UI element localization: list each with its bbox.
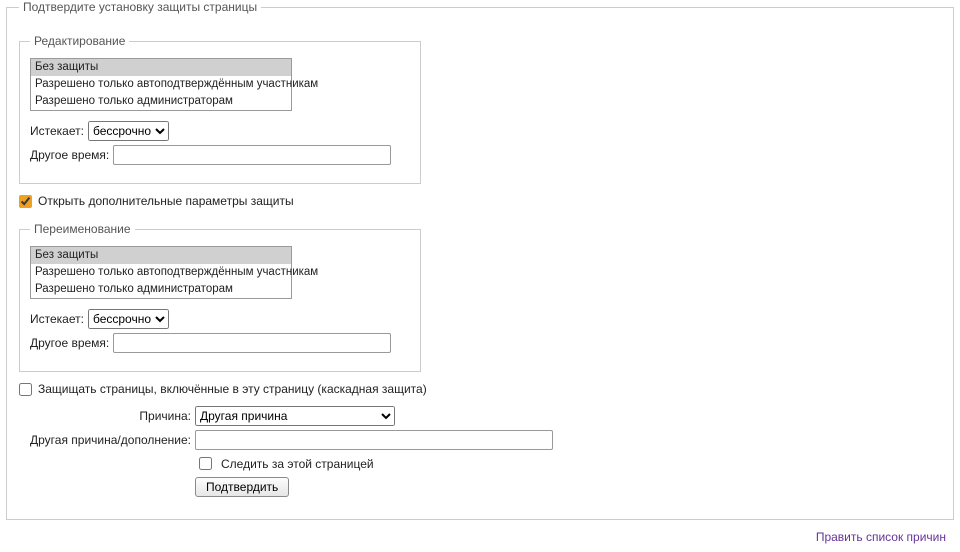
move-legend: Переименование	[30, 222, 135, 236]
edit-expires-select[interactable]: бессрочно	[88, 121, 169, 141]
edit-legend: Редактирование	[30, 34, 129, 48]
cascade-label: Защищать страницы, включённые в эту стра…	[38, 382, 427, 396]
reason-label: Причина:	[19, 409, 195, 423]
move-expires-select[interactable]: бессрочно	[88, 309, 169, 329]
edit-other-time-input[interactable]	[113, 145, 391, 165]
submit-button[interactable]: Подтвердить	[195, 477, 289, 497]
other-reason-input[interactable]	[195, 430, 553, 450]
watch-checkbox[interactable]	[199, 457, 212, 470]
edit-expires-label: Истекает:	[30, 124, 84, 138]
unlock-more-label: Открыть дополнительные параметры защиты	[38, 194, 294, 208]
list-item[interactable]: Разрешено только администраторам	[31, 93, 291, 110]
edit-protection-level-list[interactable]: Без защиты Разрешено только автоподтверж…	[30, 58, 292, 111]
move-expires-label: Истекает:	[30, 312, 84, 326]
edit-other-time-label: Другое время:	[30, 148, 109, 162]
cascade-checkbox[interactable]	[19, 383, 32, 396]
list-item[interactable]: Разрешено только автоподтверждённым учас…	[31, 264, 291, 281]
other-reason-label: Другая причина/дополнение:	[19, 433, 195, 447]
move-section: Переименование Без защиты Разрешено толь…	[19, 222, 421, 372]
unlock-more-checkbox[interactable]	[19, 195, 32, 208]
move-other-time-input[interactable]	[113, 333, 391, 353]
watch-label: Следить за этой страницей	[221, 457, 374, 471]
list-item[interactable]: Без защиты	[31, 247, 291, 264]
list-item[interactable]: Разрешено только автоподтверждённым учас…	[31, 76, 291, 93]
list-item[interactable]: Без защиты	[31, 59, 291, 76]
move-other-time-label: Другое время:	[30, 336, 109, 350]
edit-reason-list-link[interactable]: Править список причин	[816, 530, 946, 544]
edit-section: Редактирование Без защиты Разрешено толь…	[19, 34, 421, 184]
confirm-protection-fieldset: Подтвердите установку защиты страницы Ре…	[6, 0, 954, 520]
outer-legend: Подтвердите установку защиты страницы	[19, 0, 261, 14]
reason-select[interactable]: Другая причина	[195, 406, 395, 426]
move-protection-level-list[interactable]: Без защиты Разрешено только автоподтверж…	[30, 246, 292, 299]
list-item[interactable]: Разрешено только администраторам	[31, 281, 291, 298]
